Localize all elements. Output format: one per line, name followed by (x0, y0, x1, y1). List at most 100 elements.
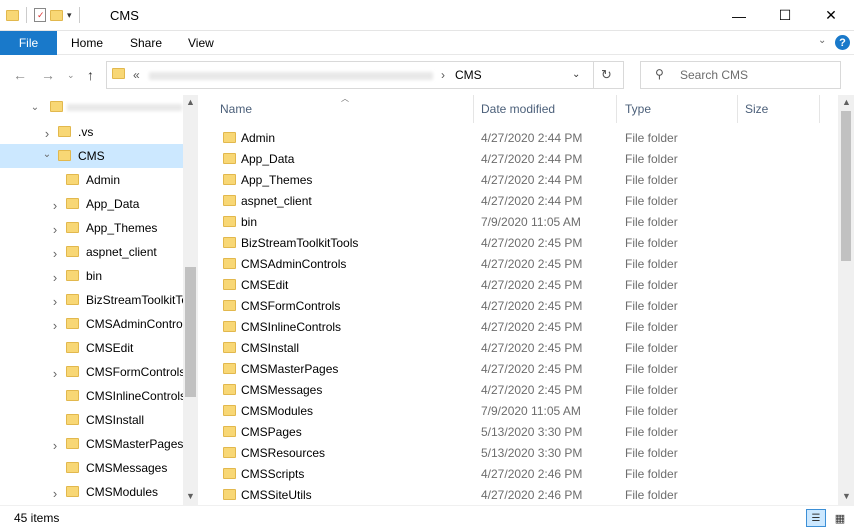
breadcrumb-current[interactable]: CMS (455, 68, 482, 82)
tab-share[interactable]: Share (130, 36, 162, 50)
back-arrow-icon[interactable]: ← (13, 67, 27, 83)
file-row[interactable]: CMSInstall 4/27/2020 2:45 PM File folder (205, 338, 838, 359)
tab-view[interactable]: View (188, 36, 214, 50)
file-row[interactable]: CMSPages 5/13/2020 3:30 PM File folder (205, 422, 838, 443)
tab-home[interactable]: Home (71, 36, 103, 50)
customize-toolbar-icon[interactable]: ▾ (67, 10, 72, 21)
scrollbar-thumb[interactable] (841, 111, 851, 261)
tree-item[interactable]: CMSMessages (0, 456, 183, 480)
column-header-size[interactable]: Size (745, 95, 768, 123)
file-row[interactable]: App_Data 4/27/2020 2:44 PM File folder (205, 149, 838, 170)
chevron-right-icon[interactable]: › (42, 126, 52, 141)
file-name: App_Themes (241, 173, 313, 187)
tree-item-parent[interactable]: ⌄ (0, 95, 183, 119)
file-row[interactable]: CMSEdit 4/27/2020 2:45 PM File folder (205, 275, 838, 296)
chevron-right-icon[interactable]: › (50, 318, 60, 333)
column-header-type[interactable]: Type (625, 95, 651, 123)
forward-arrow-icon[interactable]: → (41, 67, 55, 83)
file-name: App_Data (241, 152, 295, 166)
folder-icon (58, 126, 71, 137)
tree-item[interactable]: › App_Data (0, 192, 183, 216)
tree-item[interactable]: › App_Themes (0, 216, 183, 240)
file-row[interactable]: aspnet_client 4/27/2020 2:44 PM File folde… (205, 191, 838, 212)
chevron-right-icon[interactable]: › (50, 222, 60, 237)
column-divider[interactable] (819, 95, 820, 123)
file-row[interactable]: CMSMessages 4/27/2020 2:45 PM File folder (205, 380, 838, 401)
scrollbar-thumb[interactable] (185, 267, 196, 397)
file-row[interactable]: Admin 4/27/2020 2:44 PM File folder (205, 128, 838, 149)
scroll-down-icon[interactable]: ▼ (186, 491, 195, 501)
tree-item[interactable]: › aspnet_client (0, 240, 183, 264)
maximize-button[interactable]: ☐ (762, 0, 808, 31)
folder-icon (223, 153, 236, 164)
chevron-right-icon[interactable]: › (50, 198, 60, 213)
scroll-up-icon[interactable]: ▲ (186, 97, 195, 107)
chevron-right-icon[interactable]: › (50, 246, 60, 261)
tree-item[interactable]: ⌄ CMS (0, 144, 183, 168)
file-row[interactable]: CMSFormControls 4/27/2020 2:45 PM File fol… (205, 296, 838, 317)
file-row[interactable]: BizStreamToolkitTools 4/27/2020 2:45 PM Fi… (205, 233, 838, 254)
file-name: CMSPages (241, 425, 302, 439)
expand-ribbon-icon[interactable]: ⌄ (818, 35, 826, 46)
address-dropdown-icon[interactable]: ⌄ (572, 69, 580, 80)
column-divider[interactable] (473, 95, 474, 123)
tree-item[interactable]: CMSInstall (0, 408, 183, 432)
folder-icon (66, 246, 79, 257)
file-row[interactable]: bin 7/9/2020 11:05 AM File folder (205, 212, 838, 233)
file-row[interactable]: CMSModules 7/9/2020 11:05 AM File folder (205, 401, 838, 422)
tab-file[interactable]: File (0, 31, 57, 55)
column-divider[interactable] (616, 95, 617, 123)
scroll-down-icon[interactable]: ▼ (842, 491, 851, 501)
chevron-down-icon[interactable]: ⌄ (30, 102, 40, 113)
chevron-right-icon[interactable]: › (50, 366, 60, 381)
tree-item-label: BizStreamToolkitTools (86, 293, 183, 307)
large-icons-view-icon[interactable]: ▦ (830, 509, 850, 527)
address-bar[interactable]: « › CMS ⌄ ↻ (106, 61, 624, 89)
file-row[interactable]: CMSScripts 4/27/2020 2:46 PM File folder (205, 464, 838, 485)
tree-item[interactable]: › BizStreamToolkitTools (0, 288, 183, 312)
folder-icon (223, 237, 236, 248)
details-view-icon[interactable]: ☰ (806, 509, 826, 527)
tree-item[interactable]: › .vs (0, 120, 183, 144)
tree-item[interactable]: › CMSModules (0, 480, 183, 504)
tree-item[interactable]: CMSEdit (0, 336, 183, 360)
navigation-scrollbar[interactable]: ▲ ▼ (183, 95, 198, 505)
path-separator: › (441, 68, 445, 82)
close-button[interactable]: ✕ (808, 0, 854, 31)
search-icon: ⚲ (655, 67, 664, 81)
file-type: File folder (625, 152, 678, 166)
tree-item[interactable]: CMSInlineControls (0, 384, 183, 408)
column-header-name[interactable]: Name (220, 95, 252, 123)
chevron-down-icon[interactable]: ⌄ (42, 149, 52, 160)
file-date: 4/27/2020 2:44 PM (481, 194, 583, 208)
chevron-right-icon[interactable]: › (50, 294, 60, 309)
file-row[interactable]: CMSMasterPages 4/27/2020 2:45 PM File fold… (205, 359, 838, 380)
minimize-button[interactable]: — (716, 0, 762, 31)
file-list-scrollbar[interactable]: ▲ ▼ (838, 95, 854, 505)
file-row[interactable]: CMSInlineControls 4/27/2020 2:45 PM File f… (205, 317, 838, 338)
file-row[interactable]: CMSSiteUtils 4/27/2020 2:46 PM File folder (205, 485, 838, 505)
file-row[interactable]: CMSResources 5/13/2020 3:30 PM File folder (205, 443, 838, 464)
overflow-chevron[interactable]: « (133, 68, 140, 82)
refresh-icon[interactable]: ↻ (601, 67, 612, 83)
chevron-right-icon[interactable]: › (50, 486, 60, 501)
new-folder-icon[interactable] (50, 9, 63, 21)
folder-icon (223, 426, 236, 437)
help-icon[interactable]: ? (835, 35, 850, 50)
chevron-right-icon[interactable]: › (50, 270, 60, 285)
tree-item[interactable]: › CMSMasterPages (0, 432, 183, 456)
tree-item[interactable]: Admin (0, 168, 183, 192)
chevron-right-icon[interactable]: › (50, 438, 60, 453)
properties-icon[interactable]: ✓ (34, 8, 46, 22)
search-input[interactable]: ⚲ Search CMS (640, 61, 841, 89)
column-header-date[interactable]: Date modified (481, 95, 555, 123)
up-arrow-icon[interactable]: ↑ (87, 67, 94, 83)
tree-item[interactable]: › bin (0, 264, 183, 288)
column-divider[interactable] (737, 95, 738, 123)
recent-locations-icon[interactable]: ⌄ (67, 70, 75, 81)
tree-item[interactable]: › CMSFormControls (0, 360, 183, 384)
file-row[interactable]: App_Themes 4/27/2020 2:44 PM File folder (205, 170, 838, 191)
file-row[interactable]: CMSAdminControls 4/27/2020 2:45 PM File fo… (205, 254, 838, 275)
scroll-up-icon[interactable]: ▲ (842, 97, 851, 107)
tree-item[interactable]: › CMSAdminControls (0, 312, 183, 336)
